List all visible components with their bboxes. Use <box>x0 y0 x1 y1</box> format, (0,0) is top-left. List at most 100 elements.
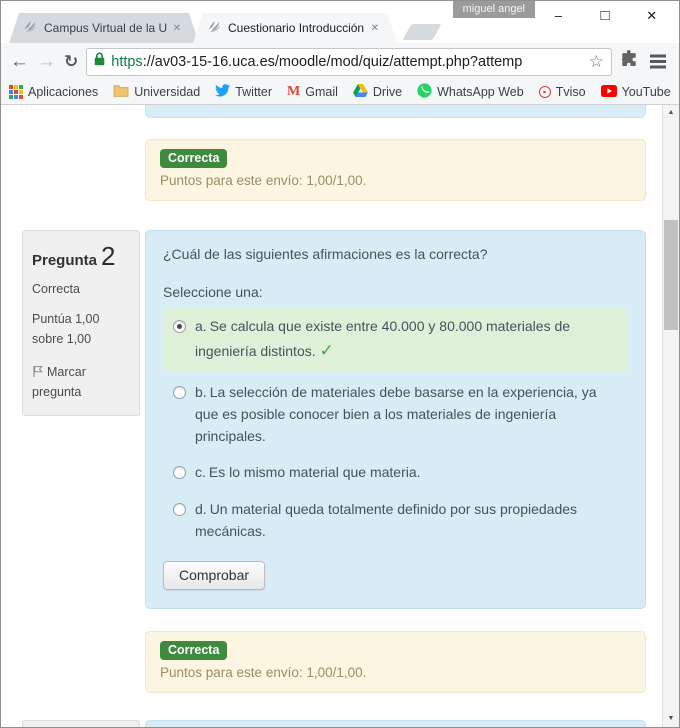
answer-option-d[interactable]: d. Un material queda totalmente definido … <box>163 494 628 547</box>
close-button[interactable]: ✕ <box>628 1 675 31</box>
option-text: c. Es lo mismo material que materia. <box>195 462 421 484</box>
question-text: ¿Cuál de las siguientes afirmaciones es … <box>163 246 488 262</box>
answer-option-c[interactable]: c. Es lo mismo material que materia. <box>163 457 628 489</box>
bookmark-youtube[interactable]: YouTube <box>600 84 671 100</box>
browser-window: Campus Virtual de la Univ ✕ Cuestionario… <box>0 0 680 728</box>
correct-badge: Correcta <box>160 149 228 168</box>
radio-button[interactable] <box>173 386 186 400</box>
bookmark-label: WhatsApp Web <box>437 85 524 99</box>
option-label: Se calcula que existe entre 40.000 y 80.… <box>195 318 571 360</box>
bookmark-whatsapp[interactable]: WhatsApp Web <box>417 83 524 101</box>
bookmark-twitter[interactable]: Twitter <box>215 84 272 100</box>
radio-button[interactable] <box>173 503 186 517</box>
window-controls: – □ ✕ <box>535 1 675 31</box>
bookmark-label: Aplicaciones <box>28 85 99 99</box>
whatsapp-icon <box>417 83 432 101</box>
bookmark-label: Twitter <box>235 85 273 99</box>
option-text: d. Un material queda totalmente definido … <box>195 499 618 542</box>
correct-badge: Correcta <box>160 640 228 660</box>
scrollbar-thumb[interactable] <box>664 220 678 330</box>
question-2-content: ¿Cuál de las siguientes afirmaciones es … <box>145 230 646 609</box>
extension-puzzle-icon[interactable] <box>620 50 638 73</box>
back-icon[interactable]: ← <box>10 52 29 71</box>
question-3-row: Pregunta3 Correcta ¿Cuál de las siguient… <box>22 719 646 727</box>
answer-prompt: Seleccione una: <box>163 283 263 300</box>
question-2-row: Pregunta 2 Correcta Puntúa 1,00 sobre 1,0… <box>22 230 646 609</box>
address-bar[interactable]: https://av03-15-16.uca.es/moodle/mod/qui… <box>86 47 612 76</box>
bookmark-label: Universidad <box>134 85 201 99</box>
scroll-up-icon[interactable]: ▲ <box>663 105 679 121</box>
points-text: Puntos para este envío: 1,00/1,00. <box>160 173 367 188</box>
question-3-content: ¿Cuál de las siguientes afirmaciones es … <box>145 719 646 727</box>
profile-button[interactable]: miguel angel <box>452 1 535 18</box>
gmail-icon: M <box>287 84 301 99</box>
option-key: c. <box>195 464 206 481</box>
flag-icon <box>33 366 43 377</box>
option-key: a. <box>195 318 207 335</box>
bookmark-tviso[interactable]: Tviso <box>538 85 586 99</box>
answer-option-b[interactable]: b. La selección de materiales debe basars… <box>163 377 628 452</box>
drive-icon <box>352 84 368 100</box>
https-padlock-icon <box>94 52 105 71</box>
option-key: b. <box>195 384 207 401</box>
question-3-info: Pregunta3 Correcta <box>22 719 140 727</box>
bookmark-label: Tviso <box>555 85 586 99</box>
bookmark-label: Drive <box>372 85 403 99</box>
tab-strip: Campus Virtual de la Univ ✕ Cuestionario… <box>9 13 442 43</box>
reload-icon[interactable]: ↻ <box>64 52 78 72</box>
feedback-box: Correcta Puntos para este envío: 1,00/1,… <box>145 630 646 693</box>
question-state: Correcta <box>32 282 80 296</box>
tab-close-icon[interactable]: ✕ <box>171 21 183 36</box>
page-content: Correcta Puntos para este envío: 1,00/1,… <box>1 105 679 727</box>
maximize-button[interactable]: □ <box>582 1 629 31</box>
scroll-down-icon[interactable]: ▼ <box>663 711 679 727</box>
question-grade: Puntúa 1,00 sobre 1,00 <box>32 312 100 346</box>
bookmark-drive[interactable]: Drive <box>352 84 403 100</box>
feedback-box: Correcta Puntos para este envío: 1,00/1,… <box>145 139 646 201</box>
bookmark-universidad[interactable]: Universidad <box>113 84 200 100</box>
option-key: d. <box>195 501 207 518</box>
folder-icon <box>113 84 129 100</box>
question-2-info: Pregunta 2 Correcta Puntúa 1,00 sobre 1,0… <box>22 230 140 416</box>
flag-question[interactable]: Marcar pregunta <box>32 362 130 402</box>
url-text: https://av03-15-16.uca.es/moodle/mod/qui… <box>111 54 583 70</box>
new-tab-button[interactable] <box>402 24 442 40</box>
browser-toolbar: ← → ↻ https://av03-15-16.uca.es/moodle/m… <box>1 43 679 80</box>
tviso-icon <box>538 86 551 98</box>
radio-button[interactable] <box>173 320 186 334</box>
bookmark-label: YouTube <box>621 85 671 99</box>
bookmarks-bar: Aplicaciones Universidad Twitter M Gmail… <box>1 80 679 105</box>
titlebar: Campus Virtual de la Univ ✕ Cuestionario… <box>1 1 679 43</box>
bookmark-gmail[interactable]: M Gmail <box>287 84 338 100</box>
tab-title: Campus Virtual de la Univ <box>44 21 167 35</box>
correct-check-icon: ✓ <box>319 341 334 361</box>
tab-close-icon[interactable]: ✕ <box>369 21 381 36</box>
bookmark-star-icon[interactable]: ☆ <box>589 52 604 72</box>
option-label: Un material queda totalmente definido po… <box>195 501 578 539</box>
option-text: a. Se calcula que existe entre 40.000 y 8… <box>195 316 618 364</box>
forward-icon[interactable]: → <box>37 52 56 71</box>
option-text: b. La selección de materiales debe basars… <box>195 382 618 447</box>
check-answer-button[interactable]: Comprobar <box>163 560 266 590</box>
points-text: Puntos para este envío: 1,00/1,00. <box>160 664 367 680</box>
tab-cuestionario[interactable]: Cuestionario Introducción ✕ <box>193 13 397 43</box>
vertical-scrollbar[interactable]: ▲ ▼ <box>662 105 679 727</box>
option-label: Es lo mismo material que materia. <box>208 464 421 481</box>
option-label: La selección de materiales debe basarse … <box>195 384 597 444</box>
youtube-icon <box>600 84 617 100</box>
bookmark-label: Gmail <box>305 85 338 99</box>
apps-grid-icon <box>9 85 23 99</box>
url-scheme: https <box>111 53 143 70</box>
minimize-button[interactable]: – <box>535 1 582 31</box>
previous-question-bottom <box>145 105 646 118</box>
twitter-bird-icon <box>215 84 231 100</box>
question-label: Pregunta <box>32 252 98 269</box>
uca-favicon <box>23 19 38 37</box>
menu-icon[interactable] <box>650 60 666 63</box>
url-rest: ://av03-15-16.uca.es/moodle/mod/quiz/att… <box>142 53 523 70</box>
uca-favicon <box>207 19 222 37</box>
answer-option-a[interactable]: a. Se calcula que existe entre 40.000 y 8… <box>163 308 628 373</box>
tab-campus-virtual[interactable]: Campus Virtual de la Univ ✕ <box>9 13 199 43</box>
bookmark-apps[interactable]: Aplicaciones <box>9 85 98 99</box>
radio-button[interactable] <box>173 466 186 480</box>
